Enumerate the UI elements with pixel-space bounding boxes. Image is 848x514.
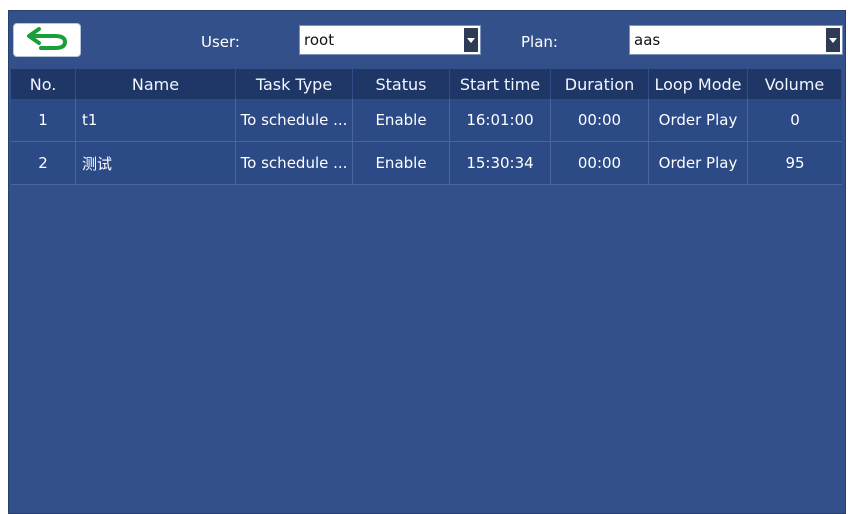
column-header-status[interactable]: Status [353, 69, 450, 99]
task-list-panel: User: root Plan: aas No. Name Task Type … [8, 10, 846, 514]
cell-duration: 00:00 [551, 99, 649, 141]
user-label: User: [201, 33, 240, 51]
table-row[interactable]: 1 t1 To schedule ... Enable 16:01:00 00:… [11, 99, 842, 142]
column-header-start-time[interactable]: Start time [450, 69, 551, 99]
column-header-duration[interactable]: Duration [551, 69, 649, 99]
cell-loop-mode: Order Play [649, 99, 748, 141]
cell-no: 2 [11, 142, 76, 184]
cell-status: Enable [353, 99, 450, 141]
column-header-loop-mode[interactable]: Loop Mode [649, 69, 748, 99]
dropdown-arrow-icon[interactable] [826, 28, 840, 52]
dropdown-arrow-icon[interactable] [464, 28, 478, 52]
table-row[interactable]: 2 测试 To schedule ... Enable 15:30:34 00:… [11, 142, 842, 185]
cell-name: t1 [76, 99, 236, 141]
task-table: No. Name Task Type Status Start time Dur… [11, 69, 842, 185]
cell-duration: 00:00 [551, 142, 649, 184]
cell-task-type: To schedule ... [236, 142, 353, 184]
cell-start-time: 16:01:00 [450, 99, 551, 141]
column-header-name[interactable]: Name [76, 69, 236, 99]
back-button[interactable] [13, 23, 81, 57]
back-arrow-icon [25, 25, 69, 55]
user-select-value: root [304, 31, 335, 49]
cell-volume: 0 [790, 111, 800, 129]
cell-start-time: 15:30:34 [450, 142, 551, 184]
cell-no: 1 [11, 99, 76, 141]
cell-task-type: To schedule ... [236, 99, 353, 141]
cell-volume: 95 [785, 154, 805, 172]
column-header-volume[interactable]: Volume [748, 69, 842, 99]
user-select[interactable]: root [299, 25, 481, 55]
plan-select[interactable]: aas [629, 25, 843, 55]
plan-select-value: aas [634, 31, 661, 49]
cell-name: 测试 [76, 142, 236, 184]
cell-status: Enable [353, 142, 450, 184]
toolbar: User: root Plan: aas [9, 11, 845, 67]
column-header-task-type[interactable]: Task Type [236, 69, 353, 99]
table-header: No. Name Task Type Status Start time Dur… [11, 69, 842, 99]
cell-loop-mode: Order Play [649, 142, 748, 184]
plan-label: Plan: [521, 33, 558, 51]
column-header-no[interactable]: No. [11, 69, 76, 99]
